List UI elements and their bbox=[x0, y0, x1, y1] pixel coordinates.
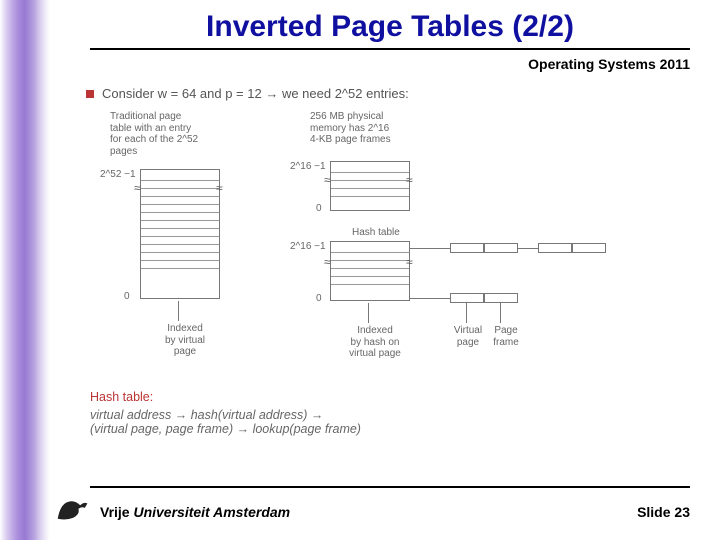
indexed-by-hash-label: Indexed by hash on virtual page bbox=[340, 325, 410, 360]
slide-label: Slide bbox=[637, 504, 670, 520]
consider-text: Consider w = 64 and p = 12 → we need 2^5… bbox=[102, 86, 690, 101]
footer-divider bbox=[90, 486, 690, 488]
university-name: Vrije Universiteit Amsterdam bbox=[100, 504, 290, 520]
hash-line-1: virtual address → hash(virtual address) … bbox=[90, 408, 361, 422]
chain-node-frame bbox=[572, 243, 606, 253]
break-mark-icon: ≈ bbox=[406, 255, 413, 269]
page-frame-label: Page frame bbox=[486, 325, 526, 348]
break-mark-icon: ≈ bbox=[216, 181, 223, 195]
university-plain: Vrije bbox=[100, 504, 133, 520]
index-zero-hash: 0 bbox=[316, 293, 322, 305]
arrow-line bbox=[410, 248, 450, 249]
arrow-line bbox=[178, 301, 179, 321]
chain-node-vpage bbox=[450, 293, 484, 303]
arrow-line bbox=[518, 248, 538, 249]
arrow-line bbox=[368, 303, 369, 323]
hash-table-label: Hash table bbox=[352, 227, 400, 239]
slide-body: Inverted Page Tables (2/2) Operating Sys… bbox=[50, 0, 720, 540]
index-216-hash: 2^16 −1 bbox=[290, 241, 326, 253]
traditional-table-label: Traditional page table with an entry for… bbox=[110, 111, 220, 157]
hash-explanation: Hash table: virtual address → hash(virtu… bbox=[90, 390, 361, 436]
break-mark-icon: ≈ bbox=[134, 181, 141, 195]
physical-memory-label: 256 MB physical memory has 2^16 4-KB pag… bbox=[310, 111, 420, 146]
slide-number: 23 bbox=[674, 504, 690, 520]
virtual-page-label: Virtual page bbox=[448, 325, 488, 348]
university-italic: Universiteit Amsterdam bbox=[133, 504, 290, 520]
break-mark-icon: ≈ bbox=[406, 173, 413, 187]
bullet-icon bbox=[86, 90, 94, 98]
slide-number-group: Slide 23 bbox=[637, 504, 690, 520]
indexed-by-virtual-label: Indexed by virtual page bbox=[155, 323, 215, 358]
footer: Vrije Universiteit Amsterdam Slide 23 bbox=[0, 504, 720, 520]
diagram: Traditional page table with an entry for… bbox=[90, 111, 690, 381]
break-mark-icon: ≈ bbox=[324, 173, 331, 187]
arrow-line bbox=[500, 303, 501, 323]
physical-frames-table bbox=[330, 161, 410, 211]
chain-node-vpage bbox=[538, 243, 572, 253]
arrow-line bbox=[466, 303, 467, 323]
hash-table bbox=[330, 241, 410, 301]
arrow-line bbox=[410, 298, 450, 299]
content-area: Consider w = 64 and p = 12 → we need 2^5… bbox=[90, 86, 690, 436]
page-title: Inverted Page Tables (2/2) bbox=[90, 10, 690, 50]
chain-node-frame bbox=[484, 293, 518, 303]
chain-node-vpage bbox=[450, 243, 484, 253]
index-252: 2^52 −1 bbox=[100, 169, 136, 181]
hash-section-title: Hash table: bbox=[90, 390, 361, 404]
index-zero-left: 0 bbox=[124, 291, 130, 303]
traditional-page-table bbox=[140, 169, 220, 299]
index-zero-mid: 0 bbox=[316, 203, 322, 215]
index-216-top: 2^16 −1 bbox=[290, 161, 326, 173]
course-subheader: Operating Systems 2011 bbox=[90, 56, 690, 72]
chain-node-frame bbox=[484, 243, 518, 253]
break-mark-icon: ≈ bbox=[324, 255, 331, 269]
hash-line-2: (virtual page, page frame) → lookup(page… bbox=[90, 422, 361, 436]
left-gradient-stripe bbox=[0, 0, 50, 540]
